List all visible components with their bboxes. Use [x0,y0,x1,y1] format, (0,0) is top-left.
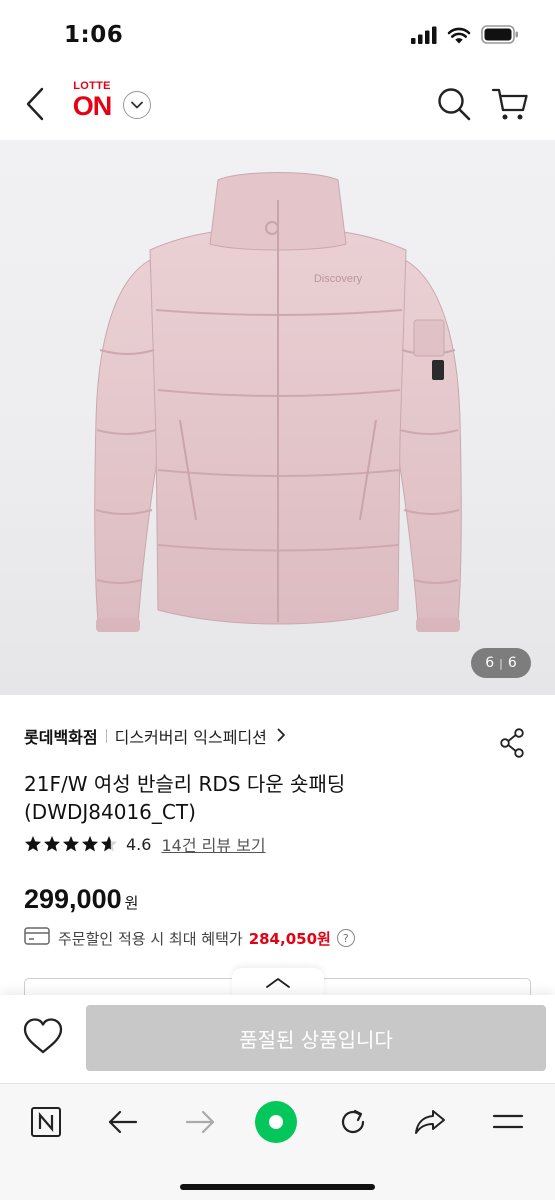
product-image-gallery[interactable]: Discovery 6 | 6 [0,140,555,695]
star-icon [101,836,117,852]
forward-arrow-icon [185,1110,215,1134]
cellular-signal-icon [411,26,437,48]
star-icon [44,836,60,852]
benefit-row: 주문할인 적용 시 최대 혜택가 284,050원 ? [24,927,355,949]
star-icon [25,836,41,852]
star-icon [63,836,79,852]
search-button[interactable] [436,86,472,122]
price-row: 299,000 원 [24,884,138,915]
rating-value: 4.6 [126,834,152,854]
search-icon [438,88,471,121]
star-icon [82,836,98,852]
battery-icon [481,25,519,48]
rating-row: 4.6 14건 리뷰 보기 [24,832,266,856]
price-value: 299,000 [24,884,122,914]
refresh-button[interactable] [331,1100,375,1144]
product-title-line1: 21F/W 여성 반슬리 RDS 다운 숏패딩 [24,772,346,796]
back-button[interactable] [18,84,52,124]
app-header: LOTTE ON [0,70,555,140]
back-arrow-icon [108,1110,138,1134]
home-indicator [180,1184,375,1190]
menu-icon [492,1114,524,1129]
image-counter-separator: | [499,656,503,670]
logo-dropdown-button[interactable] [123,91,151,119]
image-counter: 6 | 6 [471,648,531,678]
svg-text:Discovery: Discovery [314,273,363,285]
naver-home-button[interactable] [24,1100,68,1144]
cart-icon [491,88,528,120]
product-title-line2: (DWDJ84016_CT) [24,800,196,824]
browser-toolbar [0,1083,555,1200]
status-time: 1:06 [64,22,124,48]
chevron-down-icon [131,101,143,109]
lotte-on-logo[interactable]: LOTTE ON [68,80,116,126]
soldout-button[interactable]: 품절된 상품입니다 [86,1005,546,1071]
pink-puffer-jacket-image: Discovery [94,172,462,632]
product-title: 21F/W 여성 반슬리 RDS 다운 숏패딩 (DWDJ84016_CT) [24,770,524,826]
green-dot-icon [255,1101,297,1143]
browser-share-button[interactable] [408,1100,452,1144]
sheet-expand-button[interactable] [232,968,324,998]
browser-forward-button[interactable] [178,1100,222,1144]
help-icon[interactable]: ? [336,929,355,947]
chevron-up-icon [266,978,290,988]
status-bar: 1:06 [0,0,555,70]
store-name[interactable]: 롯데백화점 [24,724,98,748]
status-icons [411,25,519,48]
share-icon [500,728,524,758]
review-link[interactable]: 14건 리뷰 보기 [161,832,265,856]
wishlist-button[interactable] [22,1017,64,1055]
brand-divider [105,729,107,743]
brand-row: 롯데백화점 디스커버리 익스페디션 [24,724,286,748]
image-counter-current: 6 [485,655,495,671]
refresh-icon [341,1109,365,1134]
browser-menu-button[interactable] [486,1100,530,1144]
credit-card-icon [24,927,50,949]
star-rating [24,835,118,853]
share-arrow-icon [415,1110,445,1134]
wifi-icon [447,26,471,48]
chevron-right-icon[interactable] [277,727,286,746]
share-button[interactable] [499,728,525,758]
cart-button[interactable] [491,86,529,122]
price-unit: 원 [124,894,139,912]
benefit-price: 284,050원 [248,929,331,948]
naver-home-icon [31,1107,61,1137]
image-counter-total: 6 [507,655,517,671]
purchase-bar: 품절된 상품입니다 [0,995,555,1083]
benefit-text: 주문할인 적용 시 최대 혜택가 [58,929,243,948]
heart-icon [23,1018,63,1054]
naver-green-button[interactable] [254,1100,298,1144]
brand-link[interactable]: 디스커버리 익스페디션 [115,724,267,748]
browser-back-button[interactable] [101,1100,145,1144]
chevron-left-icon [26,87,44,121]
